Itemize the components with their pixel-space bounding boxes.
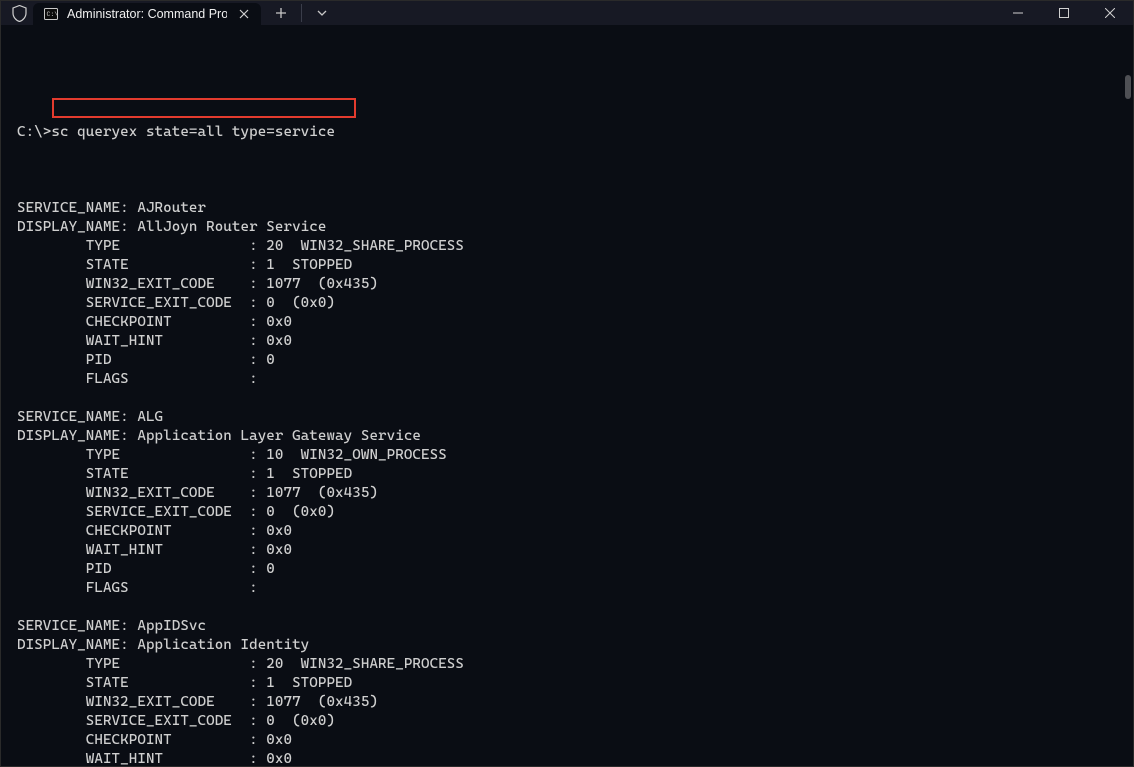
terminal-window: C:\ Administrator: Command Prom — [0, 0, 1134, 767]
close-icon — [1105, 8, 1115, 18]
close-icon — [239, 9, 249, 19]
svg-text:C:\: C:\ — [47, 11, 59, 18]
maximize-button[interactable] — [1041, 1, 1087, 25]
titlebar-spacer[interactable] — [334, 1, 995, 25]
titlebar-left — [1, 1, 33, 25]
command-text: sc queryex state=all type=service — [51, 124, 335, 140]
plus-icon — [275, 7, 287, 19]
titlebar: C:\ Administrator: Command Prom — [1, 1, 1133, 25]
close-window-button[interactable] — [1087, 1, 1133, 25]
new-tab-button[interactable] — [269, 1, 293, 25]
window-controls — [995, 1, 1133, 25]
cmd-icon: C:\ — [43, 6, 59, 22]
active-tab[interactable]: C:\ Administrator: Command Prom — [33, 3, 261, 25]
terminal-body[interactable]: C:\>sc queryex state=all type=service SE… — [1, 25, 1133, 767]
tab-dropdown-button[interactable] — [310, 1, 334, 25]
scrollbar[interactable] — [1125, 75, 1131, 99]
tab-close-button[interactable] — [235, 5, 253, 23]
prompt-line: C:\>sc queryex state=all type=service — [17, 123, 1117, 142]
minimize-icon — [1013, 8, 1023, 18]
command-highlight — [52, 98, 356, 118]
tab-actions — [261, 1, 334, 25]
shield-icon — [11, 5, 27, 21]
tab-title: Administrator: Command Prom — [67, 7, 227, 21]
divider — [301, 4, 302, 22]
services-output: SERVICE_NAME: AJRouter DISPLAY_NAME: All… — [17, 180, 1117, 767]
minimize-button[interactable] — [995, 1, 1041, 25]
maximize-icon — [1059, 8, 1069, 18]
chevron-down-icon — [317, 8, 327, 18]
prompt: C:\> — [17, 124, 51, 140]
